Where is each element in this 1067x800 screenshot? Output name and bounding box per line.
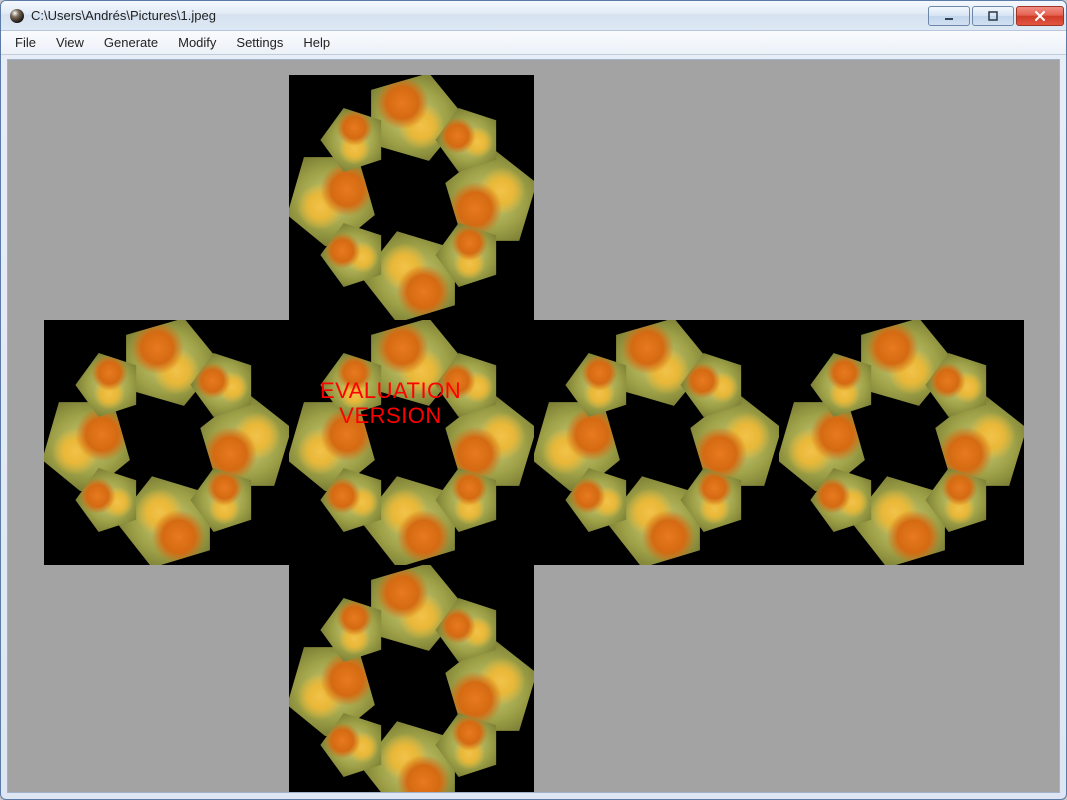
maximize-button[interactable] <box>972 6 1014 26</box>
menu-file[interactable]: File <box>5 31 46 54</box>
kaleidoscope-tile <box>612 398 702 488</box>
titlebar[interactable]: C:\Users\Andrés\Pictures\1.jpeg <box>1 1 1066 31</box>
close-button[interactable] <box>1016 6 1064 26</box>
kaleidoscope-tile <box>367 153 457 243</box>
client-area: EVALUATION VERSION <box>7 59 1060 793</box>
menu-bar: File View Generate Modify Settings Help <box>1 31 1066 55</box>
menu-view[interactable]: View <box>46 31 94 54</box>
cube-face-left <box>44 320 289 565</box>
kaleidoscope-tile <box>122 398 212 488</box>
cube-net <box>44 75 1024 793</box>
cube-face-bottom <box>289 565 534 793</box>
kaleidoscope-tile <box>367 643 457 733</box>
cube-face-top <box>289 75 534 320</box>
menu-help[interactable]: Help <box>293 31 340 54</box>
cube-face-back <box>779 320 1024 565</box>
window-title: C:\Users\Andrés\Pictures\1.jpeg <box>31 8 926 23</box>
menu-generate[interactable]: Generate <box>94 31 168 54</box>
menu-modify[interactable]: Modify <box>168 31 226 54</box>
sphere-icon <box>9 8 25 24</box>
kaleidoscope-tile <box>367 398 457 488</box>
menu-settings[interactable]: Settings <box>226 31 293 54</box>
cube-face-right <box>534 320 779 565</box>
image-canvas[interactable]: EVALUATION VERSION <box>8 60 1059 792</box>
application-window: C:\Users\Andrés\Pictures\1.jpeg File Vie… <box>0 0 1067 800</box>
window-controls <box>926 6 1064 26</box>
kaleidoscope-tile <box>857 398 947 488</box>
minimize-button[interactable] <box>928 6 970 26</box>
cube-face-front <box>289 320 534 565</box>
